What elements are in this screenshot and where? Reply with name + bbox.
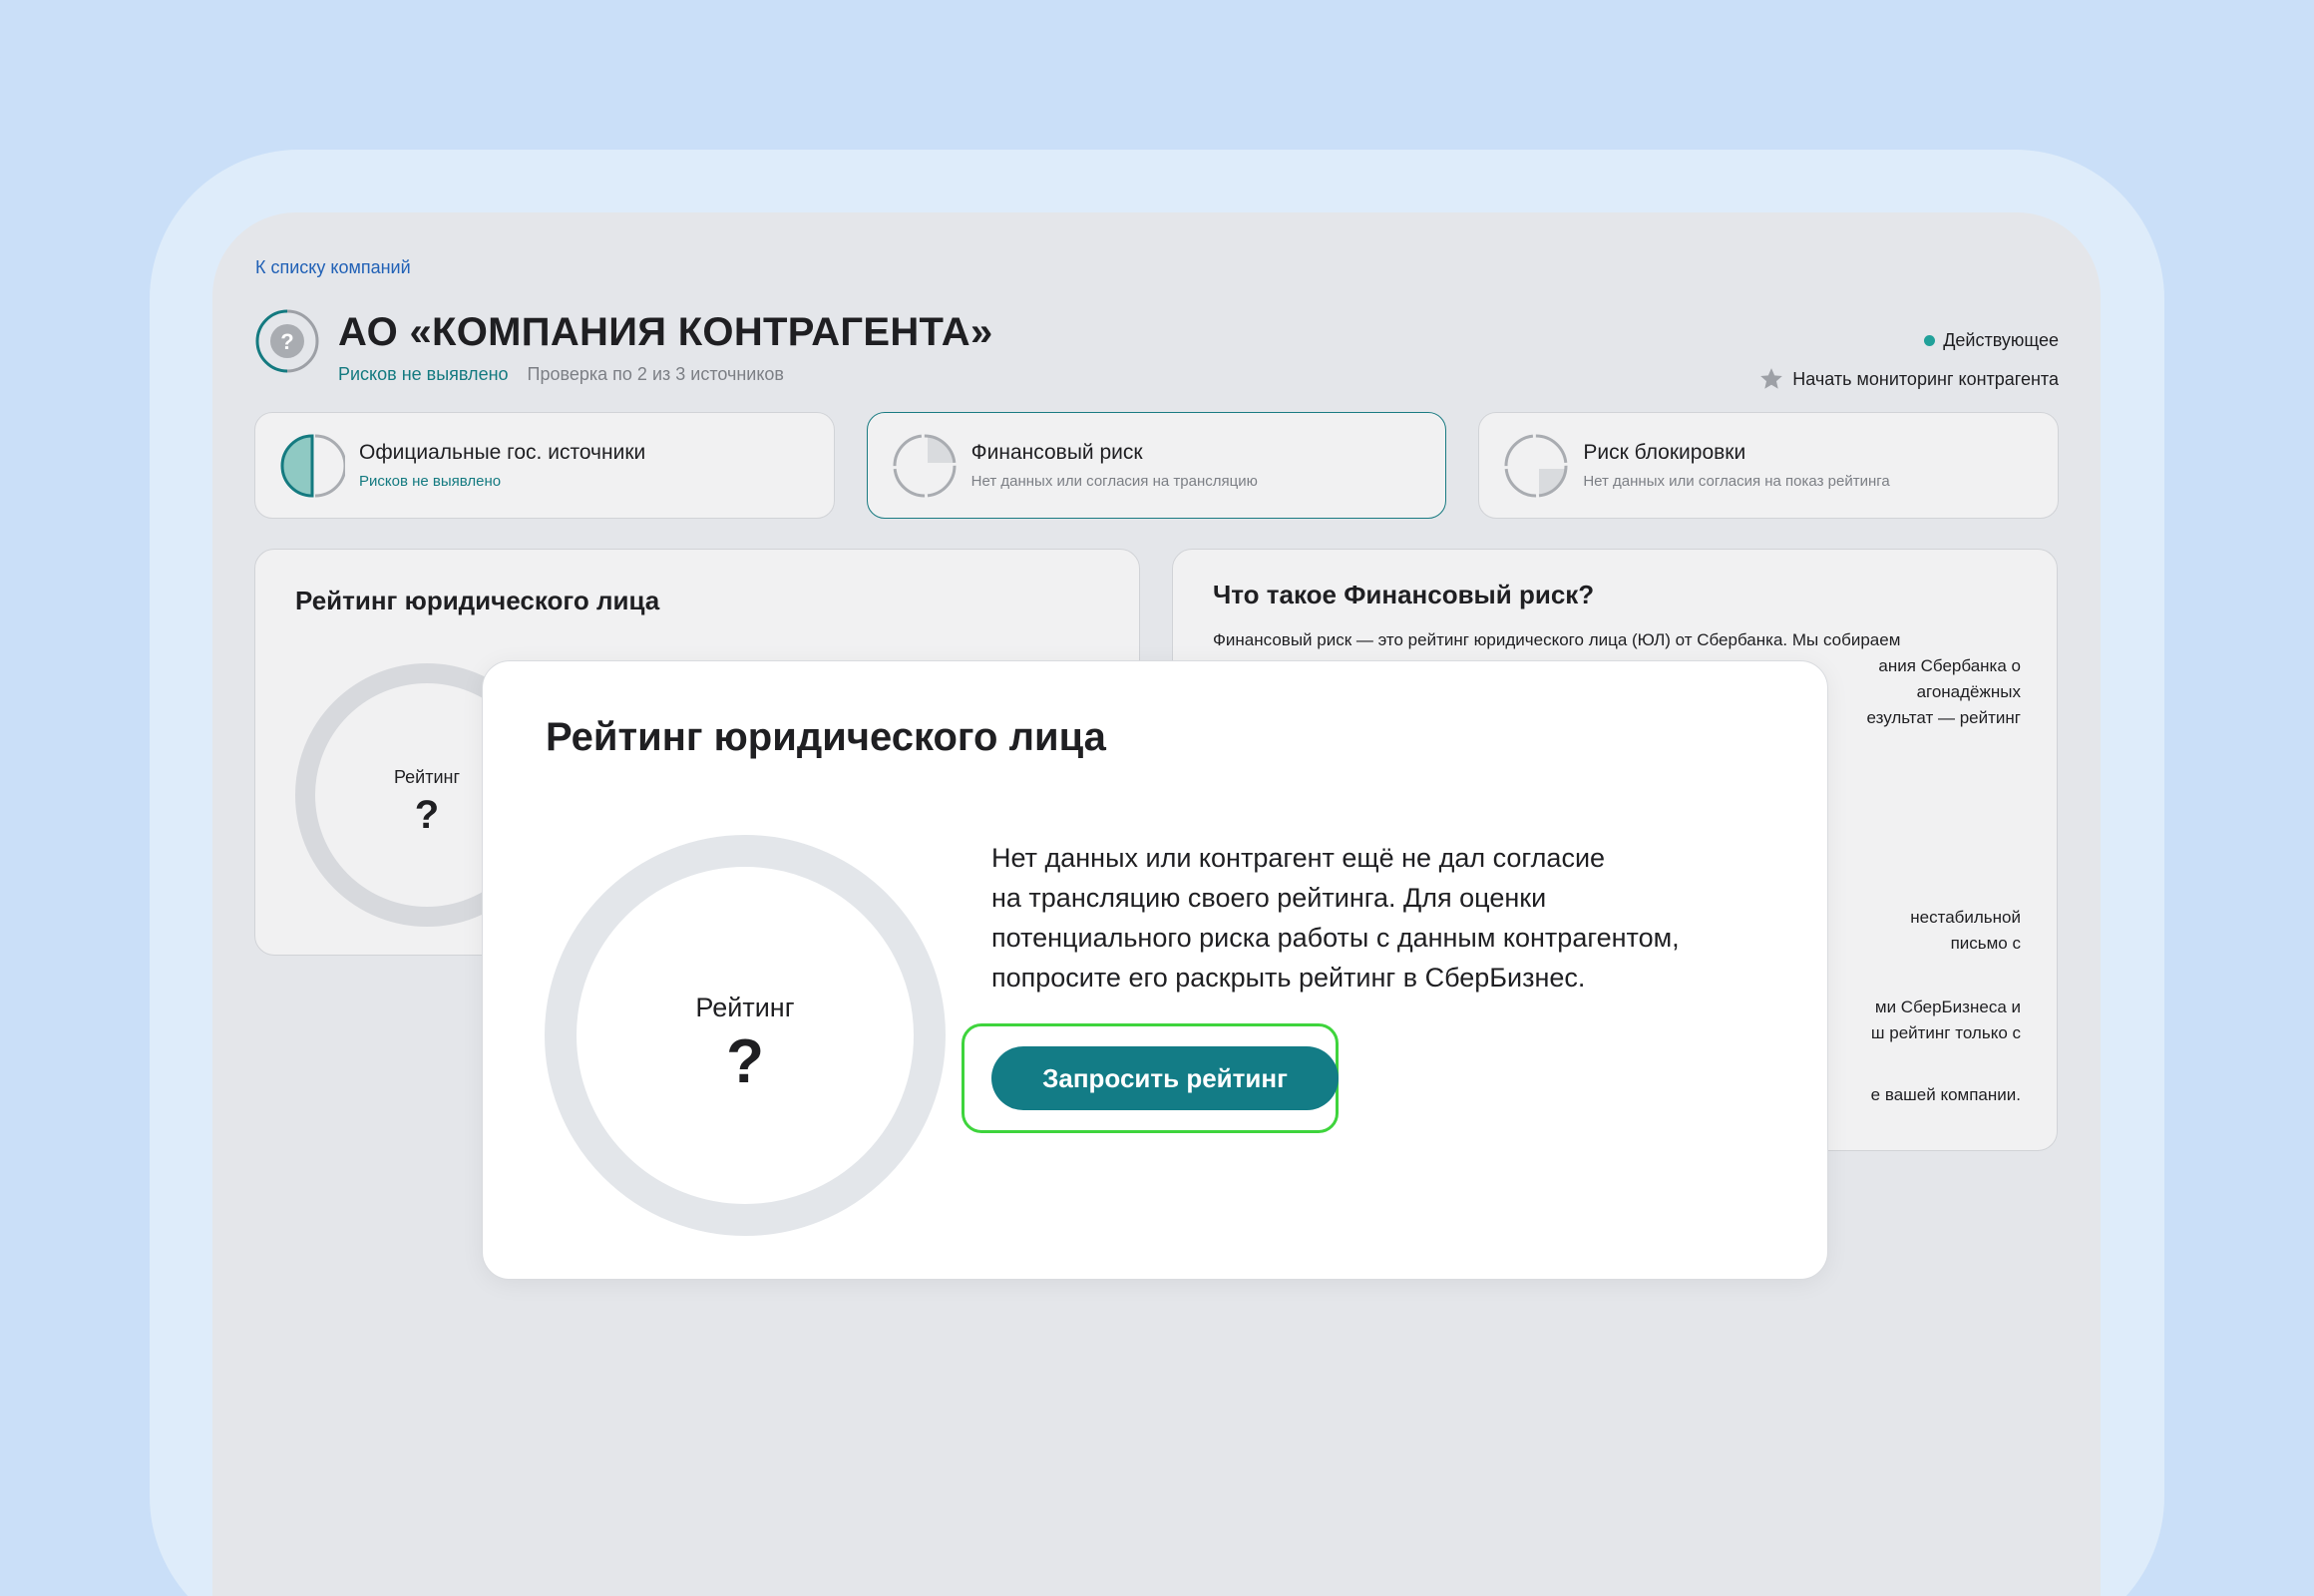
modal-ring-label: Рейтинг [695,993,795,1022]
risk-cards: Официальные гос. источники Рисков не выя… [254,412,2060,519]
half-filled-circle-icon [280,434,345,498]
risk-card-title: Финансовый риск [970,441,1143,464]
info-panel-title: Что такое Финансовый риск? [1213,580,1595,609]
quarter-circle-icon [893,434,957,498]
risk-card-financial-risk[interactable]: Финансовый риск Нет данных или согласия … [866,412,1447,519]
status-dot-icon [1924,335,1936,346]
risk-card-block-risk[interactable]: Риск блокировки Нет данных или согласия … [1478,412,2060,519]
modal-text-line: Нет данных или контрагент ещё не дал сог… [991,843,1606,873]
risk-card-subtitle: Рисков не выявлено [359,473,502,490]
start-monitoring-label: Начать мониторинг контрагента [1792,368,2059,389]
rating-panel-title: Рейтинг юридического лица [295,586,660,615]
status-label: Действующее [1943,330,2059,350]
risk-card-title: Официальные гос. источники [359,441,646,464]
modal-ring-value: ? [726,1027,764,1096]
company-header: ? АО «КОМПАНИЯ КОНТРАГЕНТА» Рисков не вы… [254,308,2059,389]
app-screen: К списку компаний ? АО «КОМПАНИЯ КОНТРАГ… [212,212,2101,1596]
question-mark-icon: ? [255,309,319,373]
modal-text-line: на трансляцию своего рейтинга. Для оценк… [991,883,1547,913]
modal-title: Рейтинг юридического лица [546,715,1106,759]
company-status: Действующее [1924,330,2059,351]
company-name: АО «КОМПАНИЯ КОНТРАГЕНТА» [338,310,993,354]
start-monitoring-button[interactable]: Начать мониторинг контрагента [1758,366,2059,392]
risk-card-title: Риск блокировки [1583,441,1746,464]
modal-rating-ring: Рейтинг ? [545,835,946,1236]
check-status: Проверка по 2 из 3 источников [527,364,784,384]
modal-text-line: потенциального риска работы с данным кон… [991,923,1680,953]
svg-text:?: ? [280,329,293,354]
star-icon [1760,368,1783,389]
risk-card-official-sources[interactable]: Официальные гос. источники Рисков не выя… [254,412,835,519]
back-to-companies-link[interactable]: К списку компаний [255,257,411,278]
request-rating-button[interactable]: Запросить рейтинг [991,1046,1339,1110]
company-subtitle: Рисков не выявлено Проверка по 2 из 3 ис… [338,364,784,385]
risk-card-subtitle: Нет данных или согласия на показ рейтинг… [1583,473,1890,490]
risk-status: Рисков не выявлено [338,364,509,384]
quarter-circle-icon [1504,434,1568,498]
modal-text-line: попросите его раскрыть рейтинг в СберБиз… [991,963,1586,993]
rating-modal: Рейтинг юридического лица Рейтинг ? Нет … [482,660,1828,1280]
risk-card-subtitle: Нет данных или согласия на трансляцию [970,473,1258,490]
info-text-line: Финансовый риск — это рейтинг юридическо… [1213,630,1901,649]
modal-description: Нет данных или контрагент ещё не дал сог… [991,838,1769,998]
